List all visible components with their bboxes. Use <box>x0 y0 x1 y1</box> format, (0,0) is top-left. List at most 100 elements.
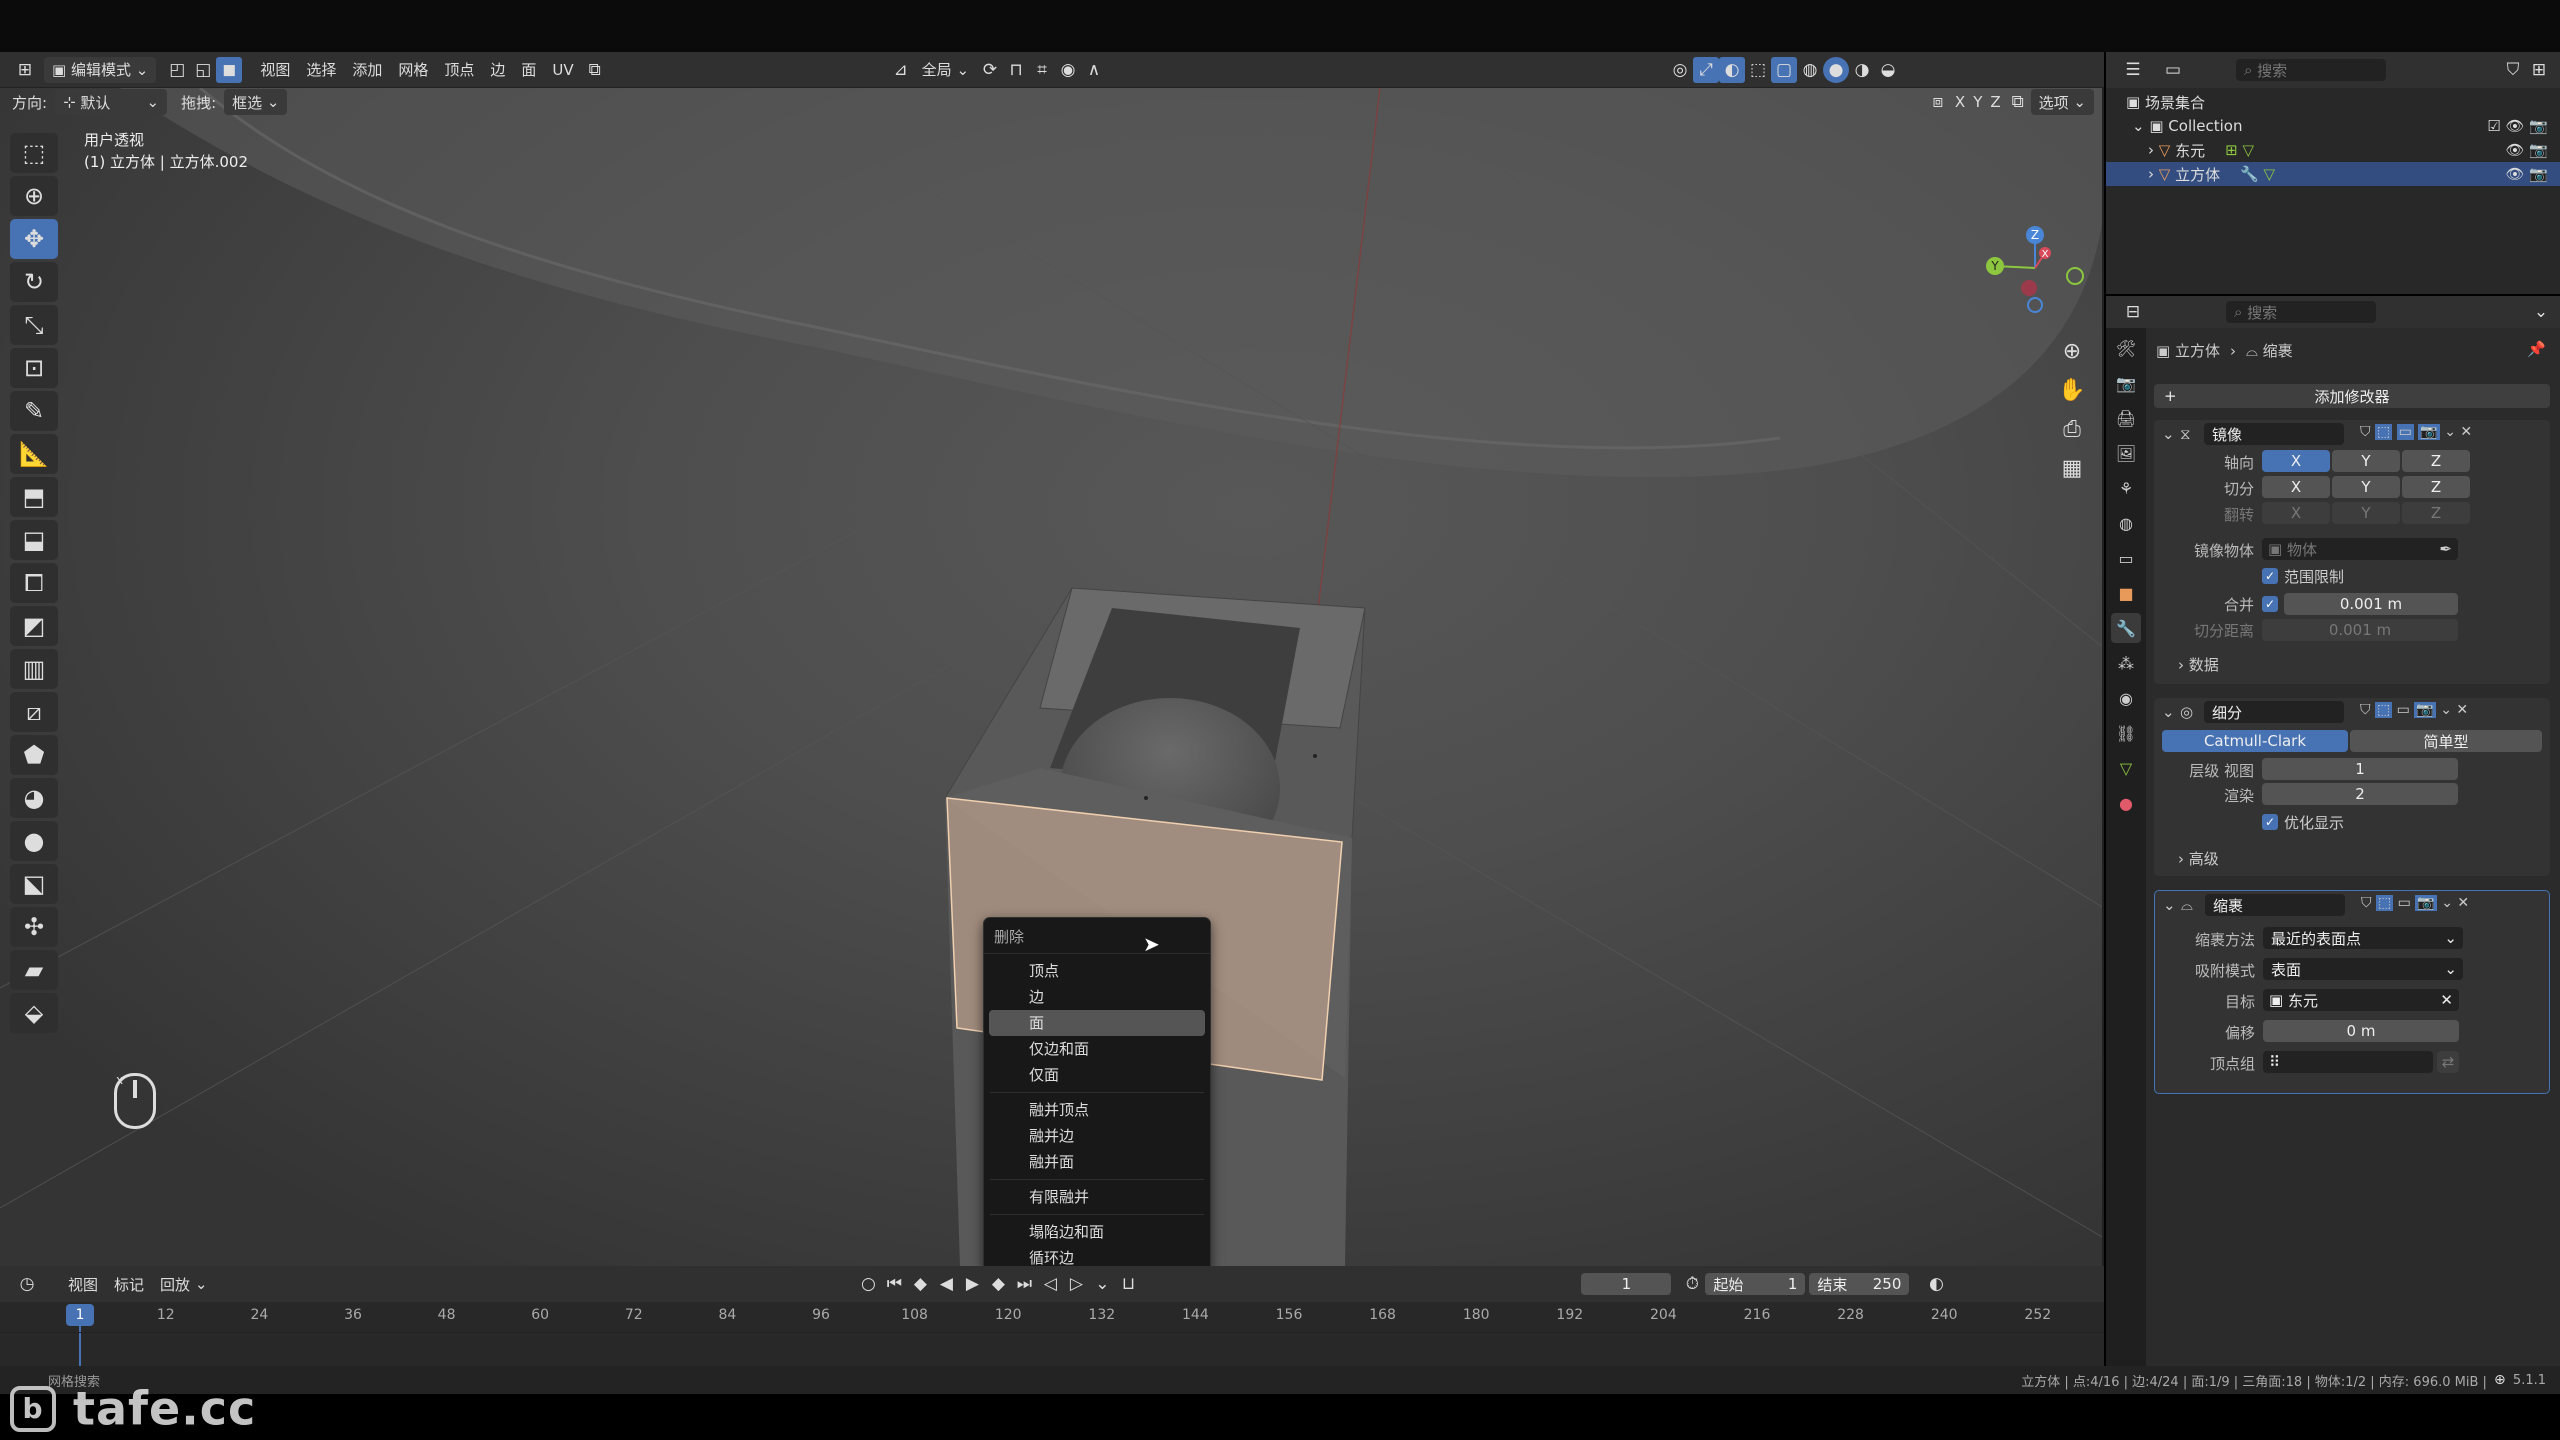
move-tool-icon[interactable]: ✥ <box>10 219 58 259</box>
delete-edges-faces[interactable]: 仅边和面 <box>989 1036 1205 1062</box>
timeline-menu-view[interactable]: 视图 <box>60 1271 106 1297</box>
delete-edges[interactable]: 边 <box>989 984 1205 1010</box>
filter-icon[interactable]: ⛉ <box>2500 57 2526 83</box>
prev-key-icon[interactable]: ◆ <box>907 1271 933 1297</box>
modifier-toggles[interactable]: ⛉ ⬚ ▭ 📷 ⌄ ✕ <box>2361 895 2469 911</box>
wrap-method-dropdown[interactable]: 最近的表面点 ⌄ <box>2263 927 2463 949</box>
xray-icon[interactable]: ▢ <box>1771 56 1798 83</box>
delete-faces[interactable]: 面 <box>989 1010 1205 1036</box>
knife-tool-icon[interactable]: ⧄ <box>10 692 58 732</box>
outliner-search[interactable]: ⌕ 搜索 <box>2236 59 2386 81</box>
collection-toggles[interactable]: ☑ 👁 📷 <box>2487 117 2548 135</box>
orientation-dropdown[interactable]: ⊹ 默认 ⌄ <box>55 89 168 115</box>
bisect-x[interactable]: X <box>2262 476 2330 498</box>
face-select-icon[interactable]: ◼ <box>216 56 243 83</box>
mirror-z[interactable]: Z <box>1986 89 2004 115</box>
vertex-select-icon[interactable]: ◰ <box>164 57 190 83</box>
properties-options-icon[interactable]: ⌄ <box>2528 299 2554 325</box>
collapse-arrow-icon[interactable]: ⌄ <box>2162 703 2175 721</box>
gizmo-neg-x[interactable] <box>2021 280 2037 296</box>
bevel-tool-icon[interactable]: ◩ <box>10 606 58 646</box>
modifier-toggles[interactable]: ⛉ ⬚ ▭ 📷 ⌄ ✕ <box>2360 702 2468 718</box>
start-frame-field[interactable]: 起始 1 <box>1705 1273 1806 1295</box>
menu-edge[interactable]: 边 <box>482 57 513 83</box>
delete-only-faces[interactable]: 仅面 <box>989 1062 1205 1088</box>
eyedropper-icon[interactable]: ✒ <box>2439 540 2452 558</box>
zoom-icon[interactable]: ⊕ <box>2054 333 2090 369</box>
snap-target-icon[interactable]: ⌗ <box>1029 57 1055 83</box>
bisect-z[interactable]: Z <box>2402 476 2470 498</box>
dissolve-vertices[interactable]: 融并顶点 <box>989 1097 1205 1123</box>
inset-tool-icon[interactable]: ⧠ <box>10 563 58 603</box>
gizmo-neg-y[interactable] <box>2066 267 2084 285</box>
menu-uv[interactable]: UV <box>544 57 581 83</box>
falloff-icon[interactable]: ∧ <box>1081 57 1107 83</box>
tool-tab-icon[interactable]: 🛠 <box>2111 333 2141 363</box>
rotate-tool-icon[interactable]: ↻ <box>10 262 58 302</box>
jump-end-icon[interactable]: ⏭ <box>1011 1271 1037 1297</box>
edge-select-icon[interactable]: ◱ <box>190 57 216 83</box>
menu-view[interactable]: 视图 <box>252 57 298 83</box>
particles-tab-icon[interactable]: ⁂ <box>2111 648 2141 678</box>
extrude-tool-icon[interactable]: ⬓ <box>10 520 58 560</box>
mirror-object-field[interactable]: ▣ 物体 ✒ <box>2262 538 2458 560</box>
playhead-frame[interactable]: 1 <box>66 1304 94 1326</box>
merge-checkbox[interactable]: ✓ <box>2262 596 2278 612</box>
data-subpanel[interactable]: › 数据 <box>2178 654 2219 675</box>
constraints-tab-icon[interactable]: ⛓ <box>2111 718 2141 748</box>
shear-tool-icon[interactable]: ▰ <box>10 950 58 990</box>
clear-icon[interactable]: ✕ <box>2440 991 2453 1009</box>
axis-x[interactable]: X <box>2262 450 2330 472</box>
play-icon[interactable]: ▶ <box>959 1271 985 1297</box>
record-icon[interactable]: ○ <box>855 1271 881 1297</box>
transform-orientation-dropdown[interactable]: 全局 ⌄ <box>914 57 977 83</box>
spin-tool-icon[interactable]: ◕ <box>10 778 58 818</box>
dissolve-edges[interactable]: 融并边 <box>989 1123 1205 1149</box>
snap-mode-dropdown[interactable]: 表面 ⌄ <box>2263 958 2463 980</box>
snap-icon[interactable]: ⊓ <box>1003 57 1029 83</box>
scale-tool-icon[interactable]: ⤡ <box>10 305 58 345</box>
scene-collection-row[interactable]: ▣ 场景集合 <box>2106 90 2560 114</box>
bisect-y[interactable]: Y <box>2332 476 2400 498</box>
proportional-edit-icon[interactable]: ◉ <box>1055 57 1081 83</box>
rendered-shading-icon[interactable]: ◒ <box>1875 57 1901 83</box>
edge-loops[interactable]: 循环边 <box>989 1245 1205 1266</box>
mesh-edit-overlay-icon[interactable]: ⬚ <box>1745 57 1771 83</box>
smooth-tool-icon[interactable]: ● <box>10 821 58 861</box>
new-collection-icon[interactable]: ⊞ <box>2526 57 2552 83</box>
outliner-editor-icon[interactable]: ☰ <box>2120 57 2146 83</box>
collection-tab-icon[interactable]: ▭ <box>2111 543 2141 573</box>
overlay-icon[interactable]: ◐ <box>1719 56 1746 83</box>
timeline-editor-icon[interactable]: ◷ <box>14 1271 40 1297</box>
merge-value[interactable]: 0.001 m <box>2284 593 2458 615</box>
transform-tool-icon[interactable]: ⊡ <box>10 348 58 388</box>
properties-editor-icon[interactable]: ⊟ <box>2120 299 2146 325</box>
menu-mesh[interactable]: 网格 <box>390 57 436 83</box>
axis-y[interactable]: Y <box>2332 450 2400 472</box>
camera-icon[interactable]: ⎙ <box>2054 411 2090 447</box>
collapse-edges-faces[interactable]: 塌陷边和面 <box>989 1219 1205 1245</box>
wireframe-shading-icon[interactable]: ◍ <box>1797 57 1823 83</box>
flip-z[interactable]: Z <box>2402 502 2470 524</box>
editor-type-icon[interactable]: ⊞ <box>12 57 38 83</box>
end-frame-field[interactable]: 结束 250 <box>1809 1273 1910 1295</box>
menu-face[interactable]: 面 <box>513 57 544 83</box>
axis-z[interactable]: Z <box>2402 450 2470 472</box>
timeline-menu-marker[interactable]: 标记 <box>106 1271 152 1297</box>
physics-tab-icon[interactable]: ◉ <box>2111 683 2141 713</box>
simple-button[interactable]: 简单型 <box>2350 730 2542 752</box>
pan-hand-icon[interactable]: ✋ <box>2054 372 2090 408</box>
output-tab-icon[interactable]: 🖨 <box>2111 403 2141 433</box>
current-frame-field[interactable]: 1 <box>1581 1273 1672 1295</box>
outliner-item-cube[interactable]: › ▽ 立方体 🔧 ▽ 👁 📷 <box>2106 162 2560 186</box>
keying-icon[interactable]: ⌄ <box>1089 1271 1115 1297</box>
offset-value[interactable]: 0 m <box>2263 1020 2459 1042</box>
world-tab-icon[interactable]: ◍ <box>2111 508 2141 538</box>
flip-x[interactable]: X <box>2262 502 2330 524</box>
collapse-arrow-icon[interactable]: ⌄ <box>2162 425 2175 443</box>
visibility-icon[interactable]: ◎ <box>1667 57 1693 83</box>
add-cube-tool-icon[interactable]: ⬒ <box>10 477 58 517</box>
loop-cut-tool-icon[interactable]: ▥ <box>10 649 58 689</box>
render-tab-icon[interactable]: 📷 <box>2111 368 2141 398</box>
3d-viewport[interactable]: 用户透视 (1) 立方体 | 立方体.002 Z Y X ⊕ ✋ ⎙ ▦ x 删… <box>0 88 2104 1266</box>
